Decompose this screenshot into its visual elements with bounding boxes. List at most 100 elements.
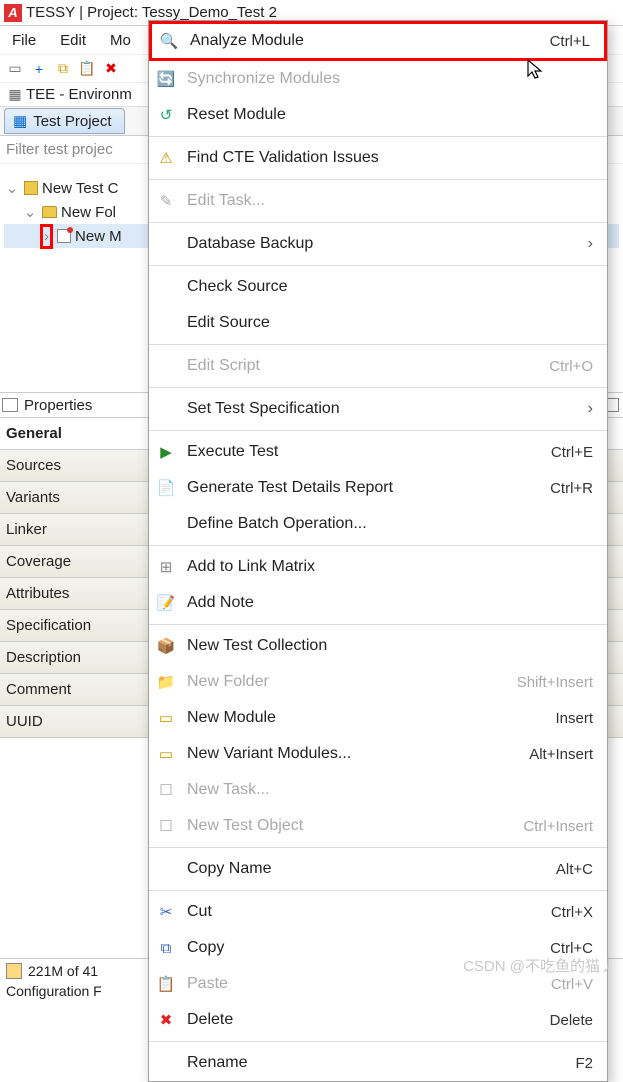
menu-file[interactable]: File bbox=[4, 30, 44, 51]
menu-shortcut: Alt+C bbox=[556, 861, 593, 878]
menu-shortcut: Insert bbox=[555, 710, 593, 727]
blank-icon bbox=[155, 513, 177, 535]
tree-label: New M bbox=[75, 228, 122, 245]
menu-label: Edit Source bbox=[187, 314, 593, 332]
menu-shortcut: Ctrl+V bbox=[551, 976, 593, 993]
menu-item-delete[interactable]: ✖DeleteDelete bbox=[149, 1002, 607, 1038]
menu-label: New Module bbox=[187, 709, 545, 727]
menu-item-edit-source[interactable]: Edit Source bbox=[149, 305, 607, 341]
menu-label: Find CTE Validation Issues bbox=[187, 149, 593, 167]
grid-icon: ▦ bbox=[4, 84, 26, 106]
menu-more[interactable]: Mo bbox=[102, 30, 139, 51]
submenu-arrow-icon: › bbox=[588, 400, 593, 418]
menu-shortcut: Ctrl+L bbox=[550, 33, 590, 50]
tab-label: Test Project bbox=[33, 113, 111, 130]
menu-item-rename[interactable]: RenameF2 bbox=[149, 1045, 607, 1081]
menu-item-new-test-object: ☐New Test ObjectCtrl+Insert bbox=[149, 808, 607, 844]
menu-separator bbox=[149, 430, 607, 431]
magnify-icon: 🔍 bbox=[158, 30, 180, 52]
toolbar-delete-icon[interactable]: ✖ bbox=[100, 58, 122, 80]
menu-item-check-source[interactable]: Check Source bbox=[149, 269, 607, 305]
tab-test-project[interactable]: ▦ Test Project bbox=[4, 108, 125, 134]
menu-item-new-folder: 📁New FolderShift+Insert bbox=[149, 664, 607, 700]
environment-label: TEE - Environm bbox=[26, 86, 132, 103]
menu-item-edit-task: ✎ Edit Task... bbox=[149, 183, 607, 219]
tab-icon: ▦ bbox=[13, 112, 27, 130]
prop-label: General bbox=[6, 425, 62, 442]
cut-icon: ✂ bbox=[155, 901, 177, 923]
menu-item-new-task: ☐New Task... bbox=[149, 772, 607, 808]
tree-label: New Test C bbox=[42, 180, 118, 197]
blank-icon bbox=[155, 398, 177, 420]
blank-icon bbox=[155, 233, 177, 255]
context-menu: 🔍Analyze ModuleCtrl+L🔄Synchronize Module… bbox=[148, 20, 608, 1082]
menu-item-new-test-collection[interactable]: 📦New Test Collection bbox=[149, 628, 607, 664]
menu-separator bbox=[149, 265, 607, 266]
menu-shortcut: Ctrl+O bbox=[549, 358, 593, 375]
menu-item-reset-module[interactable]: ↺Reset Module bbox=[149, 97, 607, 133]
menu-item-define-batch-operation[interactable]: Define Batch Operation... bbox=[149, 506, 607, 542]
highlighted-menu-item: 🔍 Analyze Module Ctrl+L bbox=[149, 21, 607, 61]
nobj-icon: ☐ bbox=[155, 815, 177, 837]
menu-label: Database Backup bbox=[187, 235, 578, 253]
edit-icon: ✎ bbox=[155, 190, 177, 212]
note-icon: 📝 bbox=[155, 592, 177, 614]
module-icon bbox=[57, 229, 71, 243]
menu-item-find-cte-validation-issues[interactable]: ⚠ Find CTE Validation Issues bbox=[149, 140, 607, 176]
menu-label: Set Test Specification bbox=[187, 400, 578, 418]
nvar-icon: ▭ bbox=[155, 743, 177, 765]
menu-shortcut: Ctrl+R bbox=[550, 480, 593, 497]
menu-label: Edit Task... bbox=[187, 192, 593, 210]
properties-title: Properties bbox=[24, 397, 92, 414]
menu-item-set-test-specification[interactable]: Set Test Specification › bbox=[149, 391, 607, 427]
expand-icon[interactable]: ⌄ bbox=[22, 203, 38, 221]
menu-label: New Test Collection bbox=[187, 637, 593, 655]
blank-icon bbox=[155, 858, 177, 880]
menu-separator bbox=[149, 136, 607, 137]
menu-label: New Test Object bbox=[187, 817, 513, 835]
menu-item-execute-test[interactable]: ▶Execute TestCtrl+E bbox=[149, 434, 607, 470]
toolbar-icon[interactable]: 📋 bbox=[76, 58, 98, 80]
submenu-arrow-icon: › bbox=[588, 235, 593, 253]
folder-icon bbox=[42, 206, 57, 218]
menu-item-generate-test-details-report[interactable]: 📄 Generate Test Details Report Ctrl+R bbox=[149, 470, 607, 506]
nmod-icon: ▭ bbox=[155, 707, 177, 729]
blank-icon bbox=[155, 355, 177, 377]
highlighted-expand[interactable]: › bbox=[40, 224, 53, 249]
report-icon: 📄 bbox=[155, 477, 177, 499]
menu-edit[interactable]: Edit bbox=[52, 30, 94, 51]
menu-separator bbox=[149, 344, 607, 345]
menu-label: Analyze Module bbox=[190, 32, 540, 50]
toolbar-icon[interactable]: + bbox=[28, 58, 50, 80]
menu-separator bbox=[149, 179, 607, 180]
menu-label: Generate Test Details Report bbox=[187, 479, 540, 497]
menu-item-new-module[interactable]: ▭ New Module Insert bbox=[149, 700, 607, 736]
collection-icon bbox=[24, 181, 38, 195]
menu-item-copy-name[interactable]: Copy NameAlt+C bbox=[149, 851, 607, 887]
menu-item-cut[interactable]: ✂CutCtrl+X bbox=[149, 894, 607, 930]
menu-shortcut: Shift+Insert bbox=[517, 674, 593, 691]
menu-shortcut: F2 bbox=[575, 1055, 593, 1072]
blank-icon bbox=[155, 1052, 177, 1074]
menu-item-add-note[interactable]: 📝Add Note bbox=[149, 585, 607, 621]
toolbar-icon[interactable]: ⧉ bbox=[52, 58, 74, 80]
menu-label: Cut bbox=[187, 903, 541, 921]
menu-separator bbox=[149, 890, 607, 891]
copy-icon: ⧉ bbox=[155, 937, 177, 959]
properties-icon bbox=[2, 398, 18, 412]
menu-item-database-backup[interactable]: Database Backup › bbox=[149, 226, 607, 262]
memory-text: 221M of 41 bbox=[28, 963, 98, 979]
menu-item-new-variant-modules[interactable]: ▭New Variant Modules...Alt+Insert bbox=[149, 736, 607, 772]
toolbar-icon[interactable]: ▭ bbox=[4, 58, 26, 80]
menu-label: Define Batch Operation... bbox=[187, 515, 593, 533]
watermark: CSDN @不吃鱼的猫丿 bbox=[463, 955, 615, 976]
menu-item-add-to-link-matrix[interactable]: ⊞Add to Link Matrix bbox=[149, 549, 607, 585]
mouse-cursor bbox=[526, 58, 546, 82]
cte-icon: ⚠ bbox=[155, 147, 177, 169]
menu-separator bbox=[149, 624, 607, 625]
blank-icon bbox=[155, 312, 177, 334]
menu-item-analyze-module[interactable]: 🔍 Analyze Module Ctrl+L bbox=[152, 24, 604, 58]
menu-separator bbox=[149, 545, 607, 546]
menu-shortcut: Ctrl+C bbox=[550, 940, 593, 957]
expand-icon[interactable]: ⌄ bbox=[4, 179, 20, 197]
